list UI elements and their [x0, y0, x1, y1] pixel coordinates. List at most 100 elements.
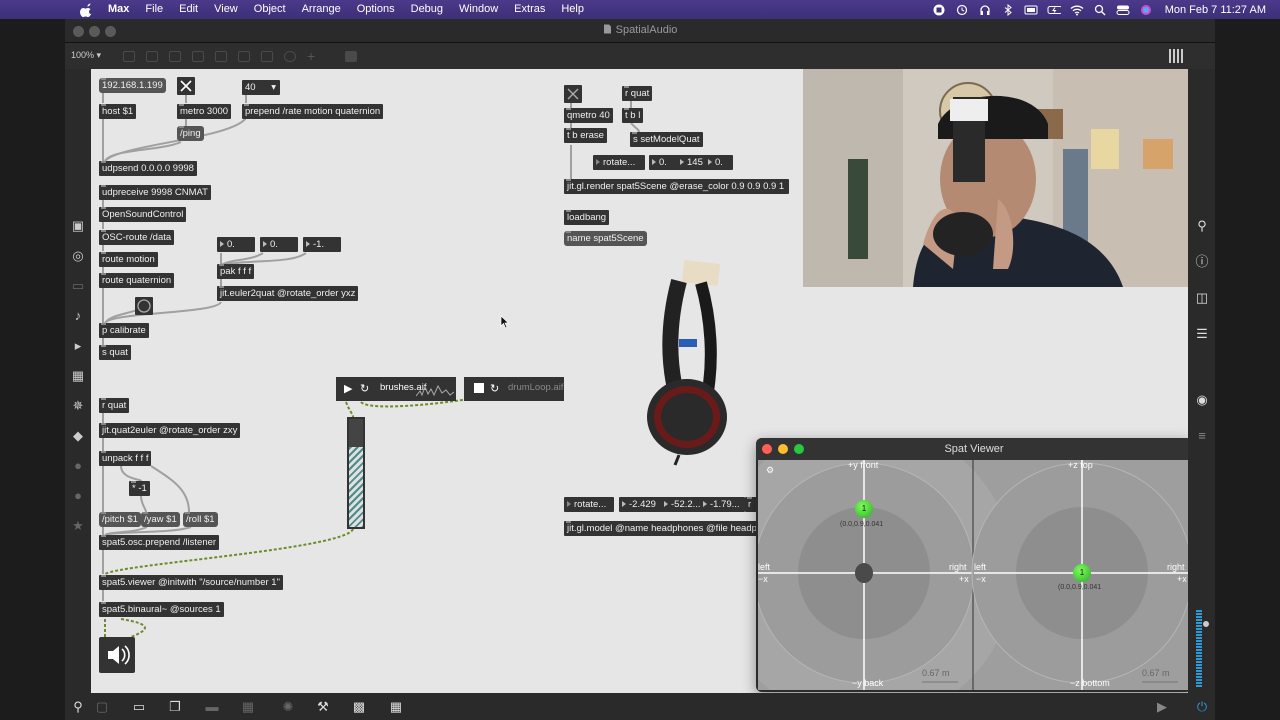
ip-address-message[interactable]: 192.168.1.199 — [99, 78, 166, 93]
toolbar-comment-icon[interactable] — [169, 51, 181, 62]
spat-viewer-object[interactable]: spat5.viewer @initwith "/source/number 1… — [99, 575, 283, 590]
toolbar-number-icon[interactable] — [238, 51, 250, 62]
opensoundcontrol-object[interactable]: OpenSoundControl — [99, 207, 187, 222]
debug-icon[interactable]: ✺ — [281, 700, 295, 714]
screen-icon[interactable]: ▭ — [71, 279, 85, 293]
set-model-quat-object[interactable]: s setModelQuat — [630, 132, 703, 147]
v-icon[interactable]: ● — [71, 459, 85, 473]
ezdac-speaker-icon[interactable] — [99, 637, 135, 673]
patcher-canvas[interactable]: 192.168.1.199 40 ▾ host $1 metro 3000 pre… — [91, 69, 1188, 693]
zoom-level[interactable]: 100% ▾ — [71, 50, 101, 61]
gl-render-object[interactable]: jit.gl.render spat5Scene @erase_color 0.… — [564, 179, 789, 194]
s-quat-object[interactable]: s quat — [99, 345, 131, 360]
clock-icon[interactable]: ● — [71, 489, 85, 503]
time-machine-icon[interactable] — [955, 4, 969, 16]
toolbar-dial-icon[interactable] — [284, 51, 296, 62]
route-quaternion-object[interactable]: route quaternion — [99, 273, 175, 288]
quat2euler-object[interactable]: jit.quat2euler @rotate_order zxy — [99, 423, 241, 438]
toolbar-slider-icon[interactable] — [261, 51, 273, 62]
source-1-side-view[interactable]: 1 — [1073, 564, 1091, 582]
roll-message[interactable]: /roll $1 — [183, 512, 218, 527]
grid-snap-icon[interactable]: ▦ — [241, 700, 255, 714]
spat-viewer-body[interactable]: ⚙ +y front −y back left −x right +x +z t… — [758, 460, 1188, 690]
play-icon[interactable]: ▶ — [344, 382, 352, 395]
source-1-top-view[interactable]: 1 — [855, 500, 873, 518]
menu-arrange[interactable]: Arrange — [302, 0, 341, 19]
menu-file[interactable]: File — [145, 0, 163, 19]
image-icon[interactable]: ▦ — [71, 369, 85, 383]
udpreceive-object[interactable]: udpreceive 9998 CNMAT — [99, 185, 211, 200]
midi-icon[interactable]: ▦ — [389, 700, 403, 714]
menu-app[interactable]: Max — [108, 0, 129, 19]
toolbar-button-icon[interactable] — [215, 51, 227, 62]
model-number-3[interactable]: -1.79... — [700, 497, 745, 512]
list-icon[interactable]: ☰ — [1195, 327, 1209, 341]
windows-icon[interactable]: ❐ — [168, 700, 182, 714]
loop-icon[interactable]: ↻ — [360, 382, 369, 395]
play-icon[interactable]: ▶ — [1155, 700, 1169, 714]
rotate-number-3[interactable]: 0. — [705, 155, 733, 170]
udpsend-object[interactable]: udpsend 0.0.0.0 9998 — [99, 161, 197, 176]
music-note-icon[interactable]: ♪ — [71, 309, 85, 323]
qmetro-object[interactable]: qmetro 40 — [564, 108, 613, 123]
host-message[interactable]: host $1 — [99, 104, 137, 119]
number-box-a[interactable]: 0. — [217, 237, 255, 252]
battery-icon[interactable] — [1047, 4, 1061, 16]
model-number-1[interactable]: -2.429 — [619, 497, 664, 512]
spat-minimize-button[interactable] — [778, 444, 788, 454]
trigger-erase-object[interactable]: t b erase — [564, 128, 607, 143]
camera-icon[interactable]: ◉ — [1195, 393, 1209, 407]
info-icon[interactable]: ⓘ — [1195, 255, 1209, 269]
wrench-icon[interactable]: ⚒ — [316, 700, 330, 714]
grid-view-icon[interactable] — [1169, 49, 1185, 63]
r-quat-object-left[interactable]: r quat — [99, 398, 130, 413]
metro-object[interactable]: metro 3000 — [177, 104, 232, 119]
toolbar-toggle-icon[interactable] — [192, 51, 204, 62]
lock-icon[interactable]: ⚲ — [71, 700, 85, 714]
wifi-icon[interactable] — [1070, 4, 1084, 16]
rotate-message-model[interactable]: rotate... — [564, 497, 614, 512]
rate-number-box[interactable]: 40 ▾ — [242, 80, 280, 95]
headphones-icon[interactable] — [978, 4, 992, 16]
video-icon[interactable]: ▸ — [71, 339, 85, 353]
volume-knob[interactable] — [1203, 621, 1209, 627]
gear-icon[interactable]: ⚙ — [766, 465, 774, 476]
layout-icon[interactable]: ◫ — [1195, 291, 1209, 305]
puzzle-icon[interactable]: ◆ — [71, 429, 85, 443]
paperclip-icon[interactable]: ✵ — [71, 399, 85, 413]
spat-viewer-window[interactable]: Spat Viewer ⚙ +y front −y back left −x r… — [756, 438, 1188, 692]
playlist-player-1[interactable]: ▶ ↻ brushes.aif — [336, 377, 456, 401]
edit-icon[interactable]: ▢ — [95, 700, 109, 714]
toggle-render[interactable] — [564, 85, 582, 103]
gain-slider[interactable] — [347, 417, 365, 529]
menu-help[interactable]: Help — [561, 0, 584, 19]
loop-icon[interactable]: ↻ — [490, 382, 499, 395]
star-icon[interactable]: ★ — [71, 519, 85, 533]
stop-icon[interactable] — [474, 383, 484, 393]
piano-icon[interactable]: ▩ — [352, 700, 366, 714]
snap-icon[interactable]: ▬ — [205, 700, 219, 714]
menubar-clock[interactable]: Mon Feb 7 11:27 AM — [1165, 4, 1266, 16]
unpack-object[interactable]: unpack f f f — [99, 451, 152, 466]
toolbar-fill-icon[interactable] — [345, 51, 357, 62]
apple-menu-icon[interactable] — [80, 3, 94, 17]
control-center-icon[interactable] — [1116, 4, 1130, 16]
package-icon[interactable]: ▣ — [71, 219, 85, 233]
route-motion-object[interactable]: route motion — [99, 252, 158, 267]
target-icon[interactable]: ◎ — [71, 249, 85, 263]
menu-edit[interactable]: Edit — [179, 0, 198, 19]
dsp-power-icon[interactable]: ⏻ — [1195, 700, 1209, 714]
menu-debug[interactable]: Debug — [411, 0, 443, 19]
euler2quat-object[interactable]: jit.euler2quat @rotate_order yxz — [217, 286, 359, 301]
presentation-icon[interactable]: ▭ — [132, 700, 146, 714]
toolbar-add-icon[interactable]: + — [307, 49, 319, 63]
prepend-rate-object[interactable]: prepend /rate motion quaternion — [242, 104, 384, 119]
yaw-message[interactable]: /yaw $1 — [141, 512, 180, 527]
bluetooth-icon[interactable] — [1001, 3, 1015, 16]
spat-close-button[interactable] — [762, 444, 772, 454]
playlist-player-2[interactable]: ↻ drumLoop.aif — [464, 377, 564, 401]
display-icon[interactable] — [1024, 4, 1038, 16]
search-icon[interactable]: ⚲ — [1195, 219, 1209, 233]
record-icon[interactable] — [932, 4, 946, 16]
menu-object[interactable]: Object — [254, 0, 286, 19]
